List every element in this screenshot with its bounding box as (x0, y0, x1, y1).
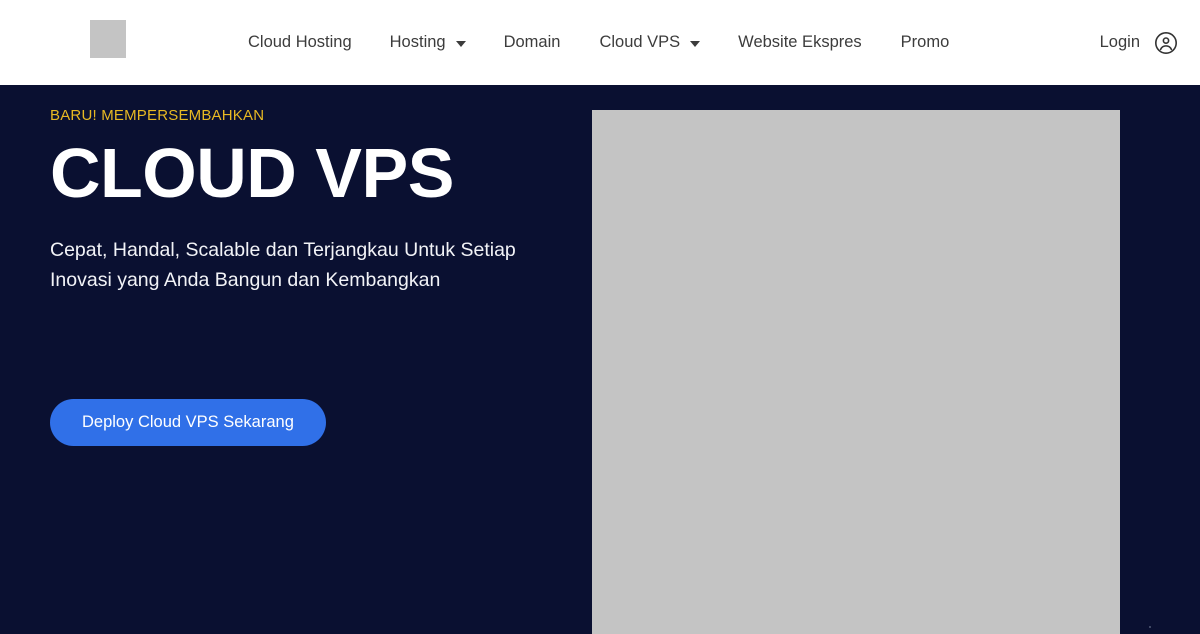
chevron-down-icon (455, 40, 466, 47)
hero-copy: BARU! MEMPERSEMBAHKAN CLOUD VPS Cepat, H… (50, 85, 590, 295)
nav-item-label: Website Ekspres (738, 33, 862, 52)
nav-item-label: Cloud Hosting (248, 33, 352, 52)
chevron-down-icon (690, 40, 701, 47)
hero-subtitle: Cepat, Handal, Scalable dan Terjangkau U… (50, 239, 516, 291)
nav-item-domain[interactable]: Domain (504, 28, 561, 57)
nav-item-hosting[interactable]: Hosting (390, 28, 466, 57)
primary-navigation: Cloud Hosting Hosting Domain Cloud VPS W… (248, 0, 949, 85)
hero-section: BARU! MEMPERSEMBAHKAN CLOUD VPS Cepat, H… (0, 85, 1200, 634)
nav-item-label: Cloud VPS (599, 33, 681, 52)
site-header: Cloud Hosting Hosting Domain Cloud VPS W… (0, 0, 1200, 85)
decorative-speck (1149, 626, 1151, 628)
nav-item-label: Domain (503, 33, 561, 52)
nav-item-website-ekspres[interactable]: Website Ekspres (738, 28, 862, 57)
nav-item-promo[interactable]: Promo (901, 28, 950, 57)
deploy-cloud-vps-button[interactable]: Deploy Cloud VPS Sekarang (50, 399, 326, 446)
hero-eyebrow: BARU! MEMPERSEMBAHKAN (50, 107, 265, 124)
login-link[interactable]: Login (1100, 33, 1140, 52)
nav-item-label: Promo (900, 33, 950, 52)
account-circle-icon[interactable] (1154, 31, 1178, 55)
page-title: CLOUD VPS (50, 134, 454, 212)
hero-image-placeholder (592, 110, 1120, 634)
nav-item-cloud-vps[interactable]: Cloud VPS (599, 28, 701, 57)
site-logo[interactable] (90, 20, 126, 58)
header-account-area: Login (1100, 0, 1178, 85)
nav-item-label: Hosting (389, 33, 446, 52)
nav-item-cloud-hosting[interactable]: Cloud Hosting (248, 28, 352, 57)
